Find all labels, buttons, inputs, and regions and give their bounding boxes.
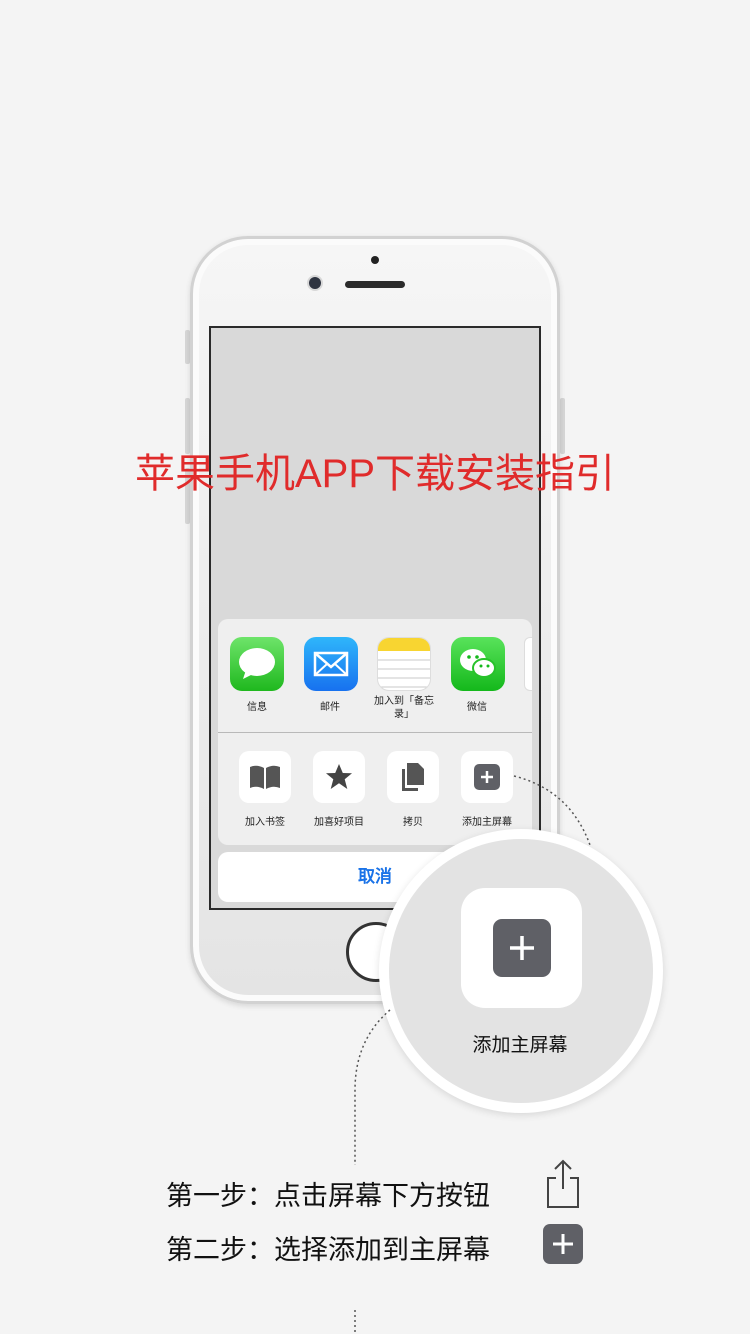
- star-icon[interactable]: [313, 751, 365, 803]
- share-action-label-copy: 拷贝: [403, 817, 423, 828]
- next-app-icon-partial[interactable]: [524, 637, 532, 691]
- front-camera: [309, 277, 321, 289]
- zoom-add-home-button[interactable]: [461, 888, 582, 1008]
- guide-dotted-line: [354, 1009, 391, 1334]
- wechat-icon[interactable]: [451, 637, 505, 691]
- share-app-label-mail: 邮件: [320, 702, 340, 713]
- share-icon: [543, 1158, 583, 1215]
- side-button-power: [560, 398, 565, 454]
- messages-icon[interactable]: [230, 637, 284, 691]
- page-title: 苹果手机APP下载安装指引: [134, 452, 616, 496]
- share-action-label-bookmark: 加入书签: [245, 817, 285, 828]
- share-app-label-messages: 信息: [247, 702, 267, 713]
- mail-icon[interactable]: [304, 637, 358, 691]
- zoom-label: 添加主屏幕: [472, 1035, 568, 1056]
- earpiece-speaker: [345, 281, 405, 288]
- copy-icon[interactable]: [387, 751, 439, 803]
- share-sheet-divider: [218, 732, 532, 733]
- add-square-icon: [543, 1224, 583, 1269]
- step-two-text: 第二步：选择添加到主屏幕: [166, 1235, 490, 1265]
- book-icon[interactable]: [239, 751, 291, 803]
- share-action-label-favorite: 加喜好项目: [314, 817, 364, 828]
- add-square-icon-large: [492, 919, 551, 977]
- add-square-icon[interactable]: [461, 751, 513, 803]
- front-sensor: [371, 256, 379, 264]
- share-app-label-notes: 加入到「备忘录」: [374, 696, 434, 720]
- step-one-text: 第一步：点击屏幕下方按钮: [166, 1181, 490, 1211]
- share-app-label-wechat: 微信: [467, 702, 487, 713]
- notes-icon[interactable]: [377, 637, 431, 691]
